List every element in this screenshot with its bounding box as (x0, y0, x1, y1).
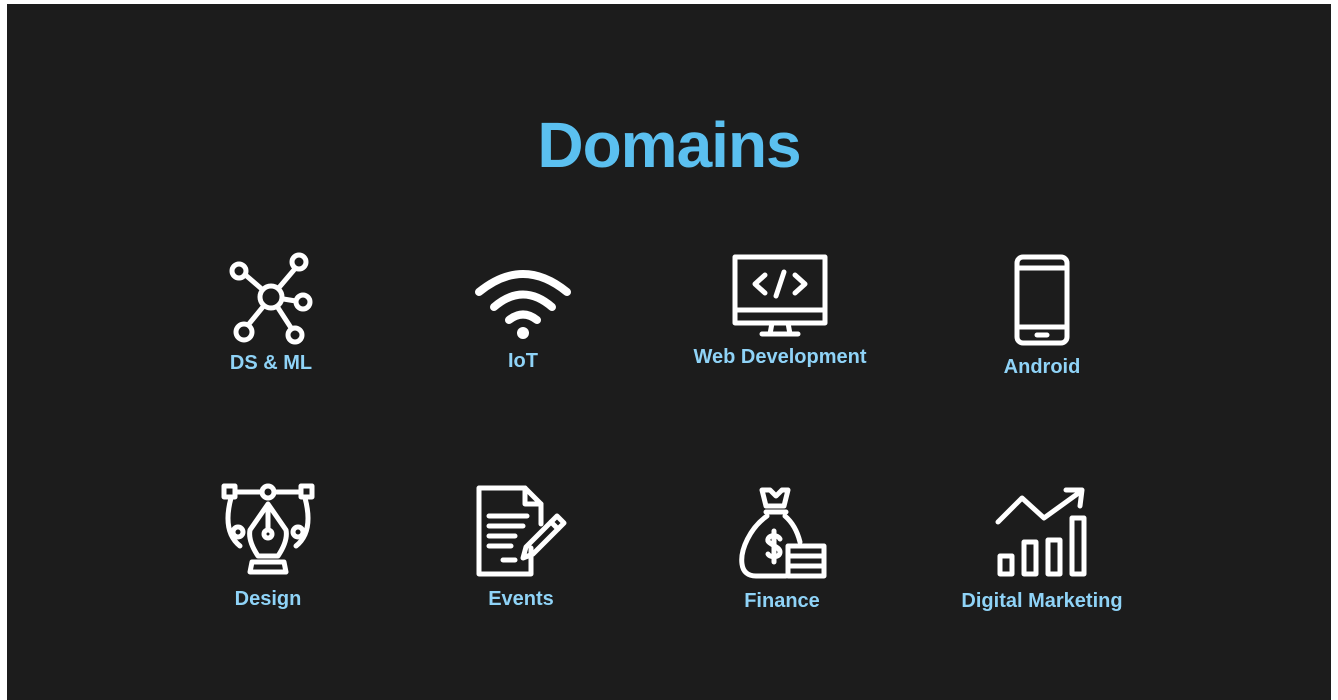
domain-iot: IoT (403, 262, 643, 373)
growth-chart-icon (995, 487, 1087, 577)
domain-android: Android (922, 254, 1162, 379)
domain-ds-ml: DS & ML (151, 252, 391, 375)
domain-label: Design (234, 588, 302, 610)
domain-label: Finance (744, 590, 820, 612)
domain-events: Events (401, 482, 641, 611)
domain-web-development: Web Development (660, 254, 900, 369)
document-pen-icon (476, 485, 567, 577)
domain-label: Web Development (693, 346, 867, 368)
domain-label: Digital Marketing (961, 590, 1123, 612)
domain-design: Design (148, 482, 388, 611)
page-title: Domains (537, 109, 801, 181)
money-bag-icon (739, 487, 827, 579)
domain-finance: Finance (662, 484, 902, 613)
pen-tool-icon (221, 483, 315, 575)
wifi-icon (475, 270, 571, 339)
domain-digital-marketing: Digital Marketing (922, 484, 1162, 613)
code-monitor-icon (732, 254, 828, 337)
domain-label: Events (488, 588, 554, 610)
slide: Domains DS & ML IoT Web Development Andr… (7, 4, 1331, 700)
domain-label: DS & ML (229, 352, 313, 374)
domain-label: Android (1003, 356, 1081, 378)
smartphone-icon (1014, 254, 1070, 346)
domain-label: IoT (508, 350, 538, 372)
network-icon (229, 252, 313, 345)
